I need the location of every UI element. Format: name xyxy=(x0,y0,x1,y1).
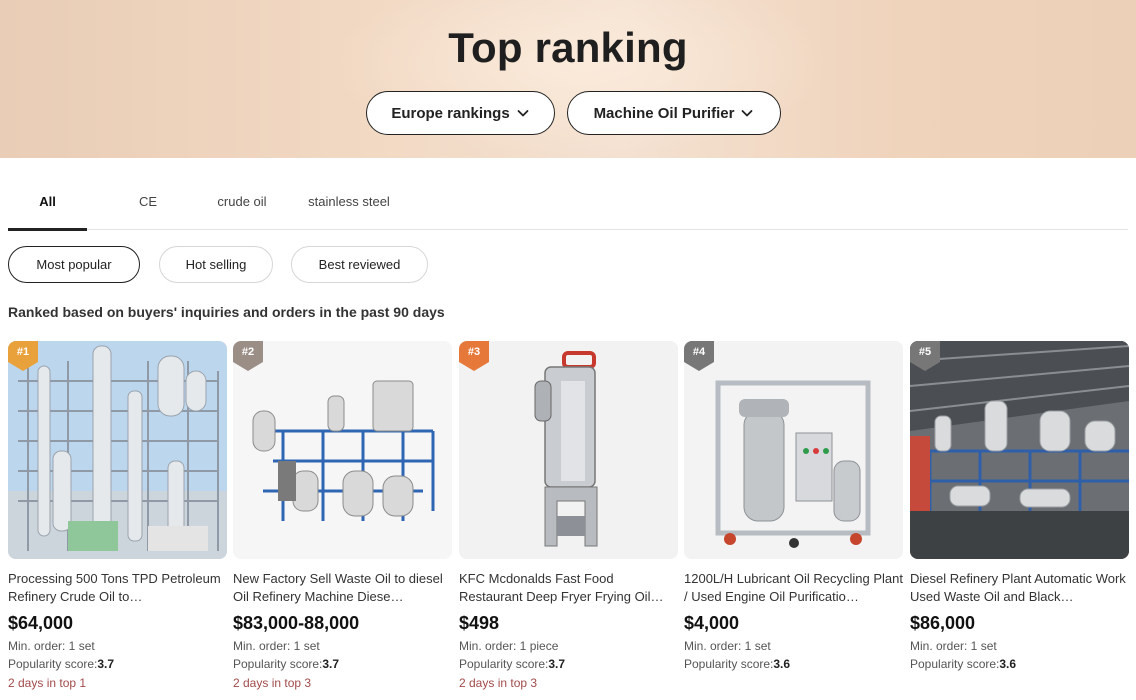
product-price: $83,000-88,000 xyxy=(233,613,360,633)
oil-purifier-machine-image xyxy=(684,341,903,559)
product-price: $498 xyxy=(459,613,500,633)
product-title[interactable]: Diesel Refinery Plant Automatic Work Use… xyxy=(910,570,1129,606)
region-dropdown[interactable]: Europe rankings xyxy=(366,91,555,135)
fryer-oil-filter-image xyxy=(459,341,678,559)
product-title[interactable]: KFC Mcdonalds Fast Food Restaurant Deep … xyxy=(459,570,678,606)
product-card[interactable]: #4 1200L/H Lubricant Oil Recycling Plant… xyxy=(684,341,903,700)
category-dropdown-label: Machine Oil Purifier xyxy=(593,104,735,122)
min-order: Min. order: 1 set xyxy=(233,639,320,653)
tab-crude-oil[interactable]: crude oil xyxy=(206,172,278,230)
product-card[interactable]: #2 New Factory Sell Waste Oil to diesel … xyxy=(233,341,452,700)
days-in-top: 2 days in top 3 xyxy=(233,676,312,690)
product-card[interactable]: #3 KFC Mcdonalds Fast Food Restaurant De… xyxy=(459,341,678,700)
hero-banner: Top ranking Europe rankings Machine Oil … xyxy=(0,0,1136,158)
chevron-down-icon xyxy=(742,110,753,117)
diesel-refinery-plant-image xyxy=(910,341,1129,559)
product-card[interactable]: #5 Diesel Refinery Plant Automatic Work … xyxy=(910,341,1129,700)
product-image[interactable]: #2 xyxy=(233,341,452,559)
category-tabs: All CE crude oil stainless steel xyxy=(8,172,1128,231)
tab-all[interactable]: All xyxy=(8,172,87,231)
popularity-score: Popularity score:3.7 xyxy=(233,657,340,671)
popularity-score: Popularity score:3.6 xyxy=(910,657,1017,671)
min-order: Min. order: 1 set xyxy=(8,639,95,653)
ranking-note: Ranked based on buyers' inquiries and or… xyxy=(8,304,445,320)
product-price: $64,000 xyxy=(8,613,74,633)
days-in-top: 2 days in top 1 xyxy=(8,676,87,690)
product-image[interactable]: #3 xyxy=(459,341,678,559)
product-image[interactable]: #5 xyxy=(910,341,1129,559)
product-price: $86,000 xyxy=(910,613,976,633)
filter-best-reviewed[interactable]: Best reviewed xyxy=(291,246,428,283)
page-title: Top ranking xyxy=(448,24,688,71)
tab-ce[interactable]: CE xyxy=(120,172,176,230)
product-title[interactable]: New Factory Sell Waste Oil to diesel Oil… xyxy=(233,570,452,606)
popularity-score: Popularity score:3.7 xyxy=(459,657,566,671)
min-order: Min. order: 1 set xyxy=(684,639,771,653)
oil-refinery-machine-image xyxy=(233,341,452,559)
product-title[interactable]: Processing 500 Tons TPD Petroleum Refine… xyxy=(8,570,227,606)
filter-most-popular[interactable]: Most popular xyxy=(8,246,140,283)
min-order: Min. order: 1 piece xyxy=(459,639,559,653)
filter-hot-selling[interactable]: Hot selling xyxy=(159,246,273,283)
product-image[interactable]: #1 xyxy=(8,341,227,559)
tab-stainless-steel[interactable]: stainless steel xyxy=(296,172,402,230)
days-in-top: 2 days in top 3 xyxy=(459,676,538,690)
chevron-down-icon xyxy=(517,110,529,117)
refinery-tower-image xyxy=(8,341,227,559)
product-price: $4,000 xyxy=(684,613,740,633)
product-card[interactable]: #1 Processing 500 Tons TPD Petroleum Ref… xyxy=(8,341,227,700)
region-dropdown-label: Europe rankings xyxy=(391,104,510,122)
category-dropdown[interactable]: Machine Oil Purifier xyxy=(567,91,781,135)
min-order: Min. order: 1 set xyxy=(910,639,997,653)
product-image[interactable]: #4 xyxy=(684,341,903,559)
popularity-score: Popularity score:3.6 xyxy=(684,657,791,671)
popularity-score: Popularity score:3.7 xyxy=(8,657,115,671)
product-title[interactable]: 1200L/H Lubricant Oil Recycling Plant / … xyxy=(684,570,903,606)
